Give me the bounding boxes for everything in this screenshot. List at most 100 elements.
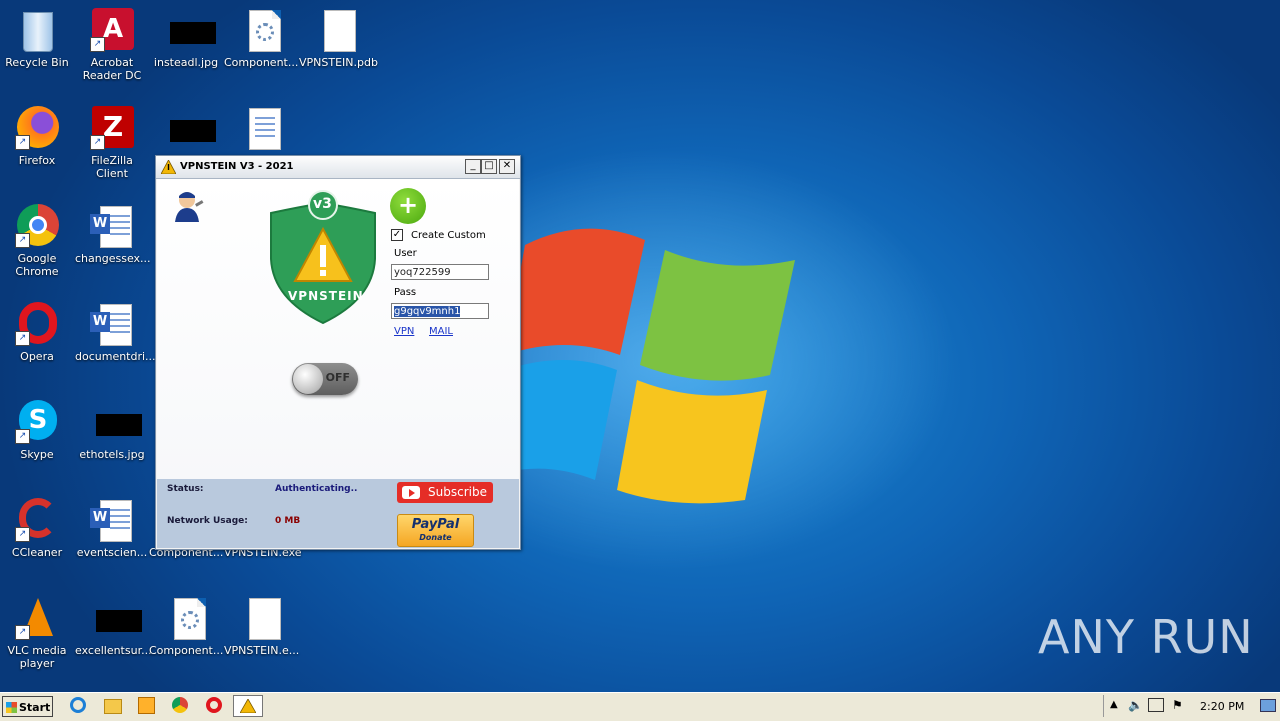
image-file-icon: [90, 400, 142, 444]
user-field-value: yoq722599: [394, 267, 451, 278]
desktop-icon-excellentsur[interactable]: excellentsur...: [75, 596, 152, 657]
shortcut-arrow-icon: ↗: [15, 135, 30, 150]
youtube-play-triangle: [409, 489, 415, 497]
shortcut-arrow-icon: ↗: [15, 625, 30, 640]
mail-link[interactable]: MAIL: [429, 326, 453, 337]
opera-taskbar-icon[interactable]: [206, 697, 226, 715]
warning-icon: [240, 699, 256, 713]
desktop-icon-changessex[interactable]: W changessex...: [75, 204, 151, 265]
desktop-icon-eventscien[interactable]: W eventscien...: [75, 498, 149, 559]
donate-label: Donate: [419, 533, 452, 542]
word-document-icon: W: [90, 498, 134, 542]
desktop-icon-filezilla[interactable]: Z ↗ FileZilla Client: [75, 106, 149, 180]
show-desktop-icon[interactable]: [1260, 699, 1276, 712]
desktop-icon-label: ethotels.jpg: [79, 448, 145, 461]
clock[interactable]: 2:20 PM: [1200, 700, 1244, 713]
desktop-icon-opera[interactable]: ↗ Opera: [0, 302, 74, 363]
desktop-icon-label: VPNSTEIN.e...: [224, 644, 300, 657]
network-icon[interactable]: [1148, 698, 1164, 712]
desktop-icon-text-file[interactable]: [224, 106, 298, 154]
desktop-icon-label: Opera: [20, 350, 54, 363]
warning-icon: [161, 160, 176, 174]
tray-expand-icon[interactable]: ▲: [1110, 699, 1118, 710]
vpnstein-window[interactable]: VPNSTEIN V3 - 2021 _ □ ✕ v3 VPNSTEIN OFF: [155, 155, 521, 550]
desktop-icon-label: eventscien...: [76, 546, 148, 559]
acrobat-icon: A ↗: [90, 8, 134, 52]
chrome-icon: ↗: [15, 204, 59, 248]
desktop-icon-ccleaner[interactable]: ↗ CCleaner: [0, 498, 74, 559]
action-center-flag-icon[interactable]: ⚑: [1172, 698, 1183, 712]
image-file-icon: [164, 106, 216, 150]
windows-logo-wallpaper: [505, 228, 795, 504]
desktop-icon-ethotels[interactable]: ethotels.jpg: [75, 400, 149, 461]
desktop-icon-label: Component...: [224, 56, 299, 69]
desktop-icon-label: documentdri...: [75, 350, 156, 363]
shortcut-arrow-icon: ↗: [90, 135, 105, 150]
desktop-icon-label: CCleaner: [11, 546, 63, 559]
explorer-taskbar-icon[interactable]: [104, 697, 124, 715]
user-field[interactable]: yoq722599: [391, 264, 489, 280]
create-custom-checkbox[interactable]: ✓: [391, 229, 403, 241]
desktop-icon-label: Firefox: [18, 154, 56, 167]
volume-icon[interactable]: 🔈: [1128, 698, 1143, 712]
add-button[interactable]: +: [390, 188, 426, 224]
vpn-power-toggle[interactable]: OFF: [292, 363, 358, 395]
settings-mechanic-icon[interactable]: [171, 188, 207, 224]
start-button[interactable]: Start: [2, 696, 53, 717]
desktop-icon-documentdri[interactable]: W documentdri...: [75, 302, 156, 363]
desktop-icon-chrome[interactable]: ↗ Google Chrome: [0, 204, 74, 278]
desktop-icon-label: Skype: [20, 448, 54, 461]
start-label: Start: [19, 701, 51, 714]
image-file-icon: [164, 8, 216, 52]
status-label: Status:: [167, 484, 204, 494]
youtube-subscribe-button[interactable]: Subscribe: [397, 482, 493, 503]
desktop-icon-insteadl[interactable]: insteadl.jpg: [149, 8, 223, 69]
desktop-icon-recycle-bin[interactable]: Recycle Bin: [0, 8, 74, 69]
desktop-icon-label: Acrobat Reader DC: [82, 56, 142, 82]
desktop-icon-component-3[interactable]: Component...: [149, 596, 223, 657]
desktop-icon-acrobat[interactable]: A ↗ Acrobat Reader DC: [75, 8, 149, 82]
desktop-icon-vpnstein-e[interactable]: VPNSTEIN.e...: [224, 596, 300, 657]
desktop-icon-label: FileZilla Client: [91, 154, 133, 180]
window-title: VPNSTEIN V3 - 2021: [180, 161, 294, 172]
window-titlebar[interactable]: VPNSTEIN V3 - 2021 _ □ ✕: [156, 156, 520, 179]
windows-flag-icon: [6, 702, 17, 713]
desktop-icon-black-thumb-2[interactable]: [149, 106, 223, 154]
recycle-bin-icon: [15, 8, 59, 52]
image-file-icon: [90, 596, 142, 640]
paypal-label: PayPal: [411, 517, 460, 532]
pass-field[interactable]: g9gqv9mnh1: [391, 303, 489, 319]
desktop-icon-label: insteadl.jpg: [153, 56, 219, 69]
shortcut-arrow-icon: ↗: [90, 37, 105, 52]
anyrun-watermark: ANY RUN: [1038, 610, 1254, 664]
toggle-state-label: OFF: [325, 371, 350, 384]
chrome-taskbar-icon[interactable]: [172, 697, 192, 715]
status-panel: Status: Authenticating.. Network Usage: …: [157, 479, 519, 548]
desktop-icon-firefox[interactable]: ↗ Firefox: [0, 106, 74, 167]
close-button[interactable]: ✕: [499, 159, 515, 174]
maximize-button[interactable]: □: [481, 159, 497, 174]
desktop-icon-label: VLC media player: [7, 644, 67, 670]
desktop-icon-label: changessex...: [75, 252, 151, 265]
media-player-taskbar-icon[interactable]: [138, 697, 158, 715]
desktop-icon-vpnstein-pdb[interactable]: VPNSTEIN.pdb: [299, 8, 378, 69]
word-document-icon: W: [90, 302, 134, 346]
shortcut-arrow-icon: ↗: [15, 233, 30, 248]
config-file-icon: [164, 596, 208, 640]
desktop-icon-skype[interactable]: S ↗ Skype: [0, 400, 74, 461]
taskbar: Start ▲ 🔈 ⚑ 2:20 PM: [0, 692, 1280, 721]
vpnstein-taskbar-button[interactable]: [233, 695, 263, 717]
skype-icon: S ↗: [15, 400, 59, 444]
window-client-area: v3 VPNSTEIN OFF + ✓ Create Custom User y…: [157, 179, 519, 479]
paypal-donate-button[interactable]: PayPal Donate: [397, 514, 474, 547]
desktop-icon-component-1[interactable]: Component...: [224, 8, 298, 69]
desktop-icon-vlc[interactable]: ↗ VLC media player: [0, 596, 74, 670]
vpn-link[interactable]: VPN: [394, 326, 414, 337]
network-usage-label: Network Usage:: [167, 516, 248, 526]
word-document-icon: W: [90, 204, 134, 248]
ie-taskbar-icon[interactable]: [70, 697, 90, 715]
minimize-button[interactable]: _: [465, 159, 481, 174]
desktop-icon-label: Google Chrome: [15, 252, 59, 278]
shield-brand-text: VPNSTEIN: [288, 289, 364, 303]
firefox-icon: ↗: [15, 106, 59, 150]
